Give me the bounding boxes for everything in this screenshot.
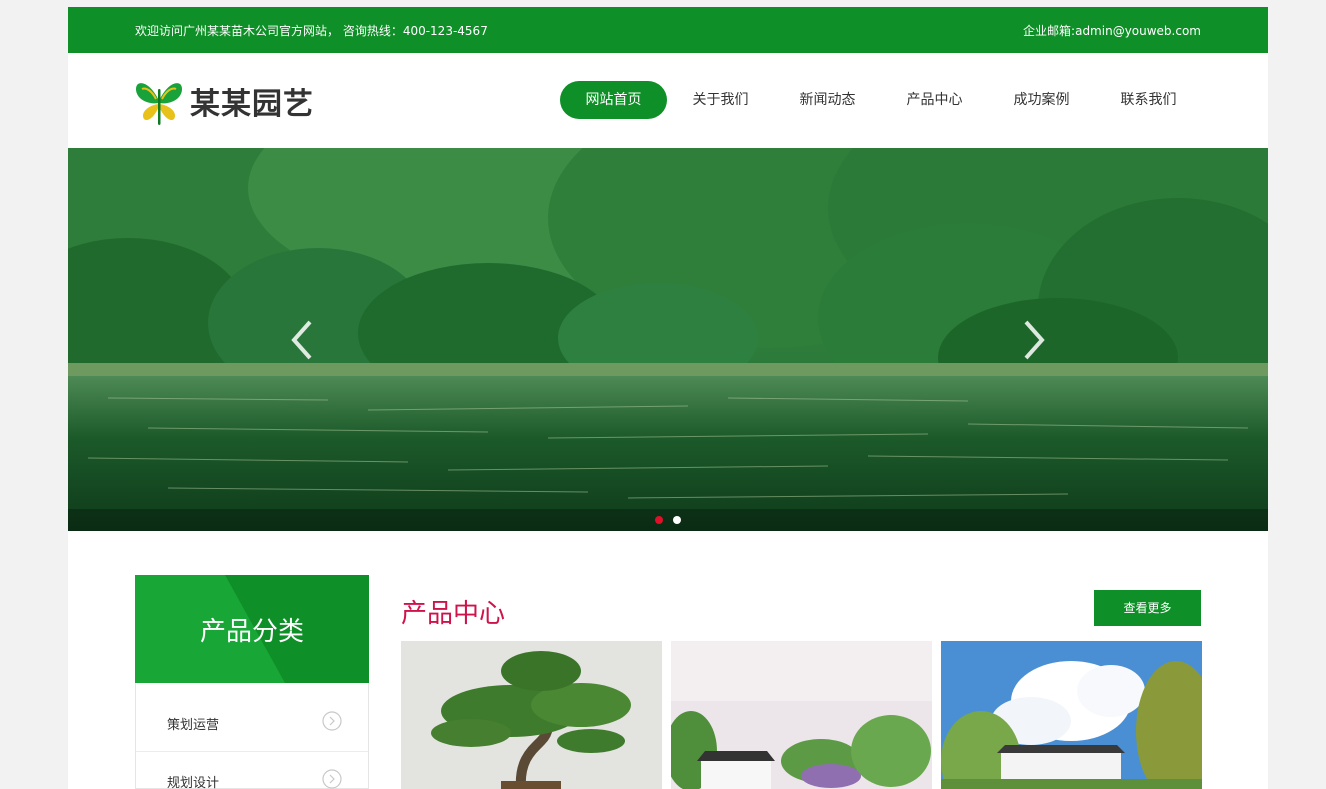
products-title: 产品中心 — [401, 599, 506, 629]
view-more-button[interactable]: 查看更多 — [1094, 590, 1201, 626]
nav-item-cases[interactable]: 成功案例 — [988, 81, 1095, 119]
category-header: 产品分类 — [135, 575, 369, 683]
product-card-bonsai[interactable] — [401, 641, 662, 789]
slider-pagination — [68, 509, 1268, 531]
chevron-right-circle-icon — [322, 711, 342, 731]
slide-dot-1[interactable] — [655, 516, 663, 524]
welcome-text: 欢迎访问广州某某苗木公司官方网站， 咨询热线：400-123-4567 — [135, 24, 488, 38]
site-logo[interactable]: 某某园艺 — [134, 75, 314, 127]
nav-item-home[interactable]: 网站首页 — [560, 81, 667, 119]
category-item-design[interactable]: 规划设计 — [136, 752, 368, 789]
chevron-right-circle-icon — [322, 769, 342, 789]
chevron-left-icon[interactable] — [288, 318, 318, 362]
chevron-right-icon[interactable] — [1018, 318, 1048, 362]
page-frame: 欢迎访问广州某某苗木公司官方网站， 咨询热线：400-123-4567 企业邮箱… — [68, 7, 1268, 789]
banner-lake-forest-image — [68, 148, 1268, 531]
product-card-park[interactable] — [941, 641, 1202, 789]
nav-item-news[interactable]: 新闻动态 — [774, 81, 881, 119]
company-email: 企业邮箱:admin@youweb.com — [1023, 24, 1201, 38]
village-garden-image — [671, 641, 932, 789]
bonsai-tree-image — [401, 641, 662, 789]
category-panel: 产品分类 策划运营 规划设计 — [135, 575, 369, 789]
category-label: 策划运营 — [167, 718, 220, 733]
brand-name: 某某园艺 — [190, 87, 314, 122]
nav-item-products[interactable]: 产品中心 — [881, 81, 988, 119]
nav-item-about[interactable]: 关于我们 — [667, 81, 774, 119]
butterfly-logo-icon — [136, 83, 182, 125]
category-item-planning-ops[interactable]: 策划运营 — [136, 694, 368, 752]
nav-item-contact[interactable]: 联系我们 — [1095, 81, 1202, 119]
slide-dot-2[interactable] — [673, 516, 681, 524]
category-title: 产品分类 — [199, 617, 304, 647]
category-label: 规划设计 — [167, 776, 220, 789]
top-bar: 欢迎访问广州某某苗木公司官方网站， 咨询热线：400-123-4567 企业邮箱… — [68, 7, 1268, 53]
park-sky-image — [941, 641, 1202, 789]
product-card-village[interactable] — [671, 641, 932, 789]
hero-banner — [68, 148, 1268, 531]
site-header: 某某园艺 网站首页 关于我们 新闻动态 产品中心 成功案例 联系我们 — [68, 53, 1268, 148]
